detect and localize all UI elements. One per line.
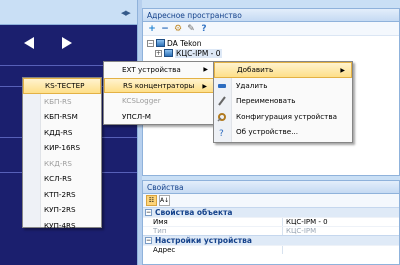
property-name: Адрес: [143, 246, 283, 254]
menu-item-label: Об устройстве...: [236, 127, 299, 137]
menu-item-action[interactable]: Переименовать: [214, 93, 352, 109]
menu-item-device[interactable]: КТП-2RS: [23, 187, 101, 203]
menu-item-action[interactable]: Конфигурация устройства: [214, 109, 352, 125]
collapse-icon[interactable]: −: [145, 237, 152, 244]
menu-item-label: КS-ТЕСТЕР: [45, 81, 85, 91]
submenu-arrow-icon: ▶: [340, 67, 345, 74]
menu-item-label: KCSLogger: [122, 96, 161, 106]
tree-root[interactable]: − DA Tekon: [147, 38, 395, 48]
property-value[interactable]: КЦС-IPM: [283, 227, 316, 235]
menu-item-device-type[interactable]: УПСЛ-М: [104, 109, 214, 125]
menu-item-label: КДД-RS: [44, 127, 73, 137]
collapse-icon[interactable]: −: [145, 209, 152, 216]
help-icon: ?: [217, 127, 227, 139]
menu-item-label: ККД-RS: [44, 158, 72, 168]
menu-item-label: КТП-2RS: [44, 189, 76, 199]
menu-item-device[interactable]: КСЛ-RS: [23, 171, 101, 187]
menu-item-label: Переименовать: [236, 96, 296, 106]
menu-item-device[interactable]: КУП-2RS: [23, 202, 101, 218]
menu-item-label: КУП-2RS: [44, 205, 76, 215]
property-name: Имя: [143, 218, 283, 226]
property-row[interactable]: Адрес: [143, 245, 399, 254]
menu-item-label: КСЛ-RS: [44, 174, 72, 184]
property-name: Тип: [143, 227, 283, 235]
tree-child[interactable]: + КЦС-IPM - 0: [147, 48, 395, 58]
menu-item-device[interactable]: КДД-RS: [23, 125, 101, 141]
menu-item-device[interactable]: КБП-RS: [23, 94, 101, 110]
config-icon[interactable]: ⚙: [173, 24, 183, 34]
menu-item-label: КБП-RS: [44, 96, 72, 106]
menu-item-action[interactable]: Удалить: [214, 78, 352, 94]
remove-icon[interactable]: −: [160, 24, 170, 34]
left-header: ◀▶: [0, 0, 137, 25]
collapse-icon[interactable]: −: [147, 39, 154, 47]
next-arrow-icon[interactable]: [60, 36, 76, 50]
rename-icon[interactable]: ✎: [186, 24, 196, 34]
expand-icon[interactable]: +: [155, 49, 162, 57]
property-row[interactable]: Тип КЦС-IPM: [143, 226, 399, 235]
menu-item-label: КБП-RSM: [44, 112, 78, 122]
menu-item-label: Добавить: [237, 65, 274, 75]
panel-collapse-arrows-icon[interactable]: ◀▶: [121, 9, 131, 17]
device-tree: − DA Tekon + КЦС-IPM - 0: [143, 36, 399, 60]
menu-item-device-type[interactable]: EXT устройства ▶: [104, 62, 214, 78]
submenu-arrow-icon: ▶: [202, 82, 207, 90]
address-toolbar: + − ⚙ ✎ ?: [143, 22, 399, 36]
tree-child-label: КЦС-IPM - 0: [175, 48, 222, 58]
context-menu: Добавить ▶ Удалить Переименовать Конфигураци…: [213, 61, 353, 143]
menu-item-device[interactable]: КИР-16RS: [23, 140, 101, 156]
menu-item-action[interactable]: ? Об устройстве...: [214, 124, 352, 140]
properties-title: Свойства: [143, 181, 399, 194]
menu-item-label: Конфигурация устройства: [236, 111, 337, 121]
sort-alphabetical-icon[interactable]: A↓: [159, 195, 170, 206]
properties-toolbar: ☷ A↓: [143, 194, 399, 207]
property-value[interactable]: КЦС-IPM - 0: [283, 218, 328, 226]
menu-item-label: EXT устройства: [122, 65, 181, 75]
menu-item-device[interactable]: КУП-4RS: [23, 218, 101, 234]
menu-item-label: КИР-16RS: [44, 143, 81, 153]
property-value[interactable]: [283, 246, 286, 254]
property-category[interactable]: − Настройки устройства: [143, 235, 399, 245]
property-category-label: Свойства объекта: [155, 208, 233, 217]
server-icon: [156, 39, 165, 47]
add-icon: [218, 66, 228, 76]
menu-item-action[interactable]: Добавить ▶: [214, 62, 352, 78]
menu-item-device[interactable]: КS-ТЕСТЕР: [23, 78, 101, 94]
properties-panel: Свойства ☷ A↓ − Свойства объекта Имя КЦС-IP…: [142, 180, 400, 265]
menu-item-label: RS концентраторы: [123, 80, 195, 90]
submenu-arrow-icon: ▶: [203, 66, 208, 73]
menu-item-device-type[interactable]: RS концентраторы ▶: [104, 77, 214, 93]
config-icon: [217, 112, 227, 122]
device-submenu: КS-ТЕСТЕР КБП-RS КБП-RSM КДД-RS КИР-16RS ККД-…: [22, 77, 102, 230]
categorized-view-icon[interactable]: ☷: [146, 195, 157, 206]
address-space-title: Адресное пространство: [143, 9, 399, 22]
menu-item-device-type[interactable]: KCSLogger: [104, 93, 214, 109]
add-icon[interactable]: +: [147, 24, 157, 34]
property-category[interactable]: − Свойства объекта: [143, 207, 399, 217]
menu-item-device[interactable]: КБП-RSM: [23, 109, 101, 125]
previous-arrow-icon[interactable]: [22, 36, 38, 50]
device-icon: [164, 49, 173, 57]
svg-text:?: ?: [219, 129, 224, 137]
property-grid: − Свойства объекта Имя КЦС-IPM - 0 Тип КЦС-IP…: [143, 207, 399, 254]
menu-item-device[interactable]: ККД-RS: [23, 156, 101, 172]
property-row[interactable]: Имя КЦС-IPM - 0: [143, 217, 399, 226]
rename-icon: [217, 96, 227, 106]
menu-item-label: КУП-4RS: [44, 220, 76, 230]
menu-item-label: УПСЛ-М: [122, 111, 152, 121]
tree-root-label: DA Tekon: [167, 38, 202, 48]
device-type-submenu: EXT устройства ▶ RS концентраторы ▶ KCSLogge…: [103, 61, 215, 125]
delete-icon: [217, 81, 227, 91]
help-icon[interactable]: ?: [199, 24, 209, 34]
menu-item-label: Удалить: [236, 80, 268, 90]
property-category-label: Настройки устройства: [155, 236, 252, 245]
